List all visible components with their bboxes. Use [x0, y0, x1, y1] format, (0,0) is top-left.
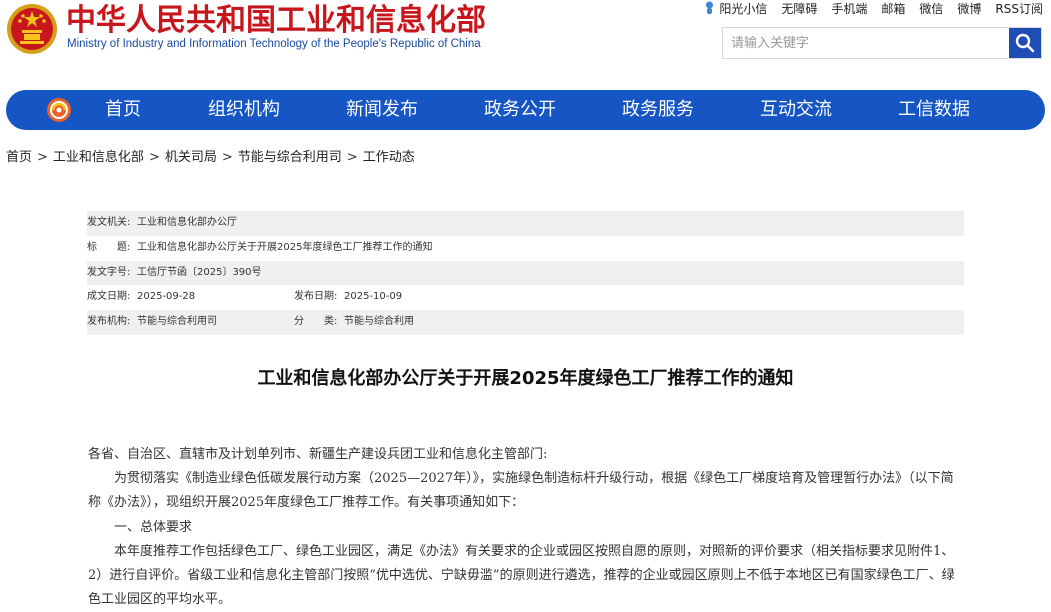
breadcrumb-energy-dept[interactable]: 节能与综合利用司	[238, 150, 342, 165]
meta-category-label: 分 类:	[294, 316, 338, 328]
breadcrumb-ministry[interactable]: 工业和信息化部	[53, 150, 144, 165]
search-icon	[1015, 33, 1035, 53]
top-link-sunshine-label[interactable]: 阳光小信	[719, 0, 767, 17]
nav-item-news[interactable]: 新闻发布	[346, 90, 418, 130]
nav-item-services[interactable]: 政务服务	[622, 90, 694, 130]
breadcrumb-departments[interactable]: 机关司局	[165, 150, 217, 165]
nav-item-organization[interactable]: 组织机构	[208, 90, 280, 130]
meta-created-value: 2025-09-28	[137, 291, 196, 303]
meta-issuer-label: 发文机关:	[87, 217, 131, 228]
nav-item-home[interactable]: 首页	[105, 90, 141, 130]
main-nav: 首页 组织机构 新闻发布 政务公开 政务服务 互动交流 工信数据	[6, 90, 1045, 130]
meta-issuer-value: 工业和信息化部办公厅	[137, 217, 237, 228]
search-input[interactable]	[723, 28, 1009, 58]
meta-row-subject: 标 题: 工业和信息化部办公厅关于开展2025年度绿色工厂推荐工作的通知	[87, 236, 964, 261]
top-link-mail[interactable]: 邮箱	[881, 0, 905, 17]
nav-item-government-affairs[interactable]: 政务公开	[484, 90, 556, 130]
meta-published-label: 发布日期:	[294, 291, 338, 303]
meta-subject-label: 标 题:	[87, 241, 131, 253]
meta-created-label: 成文日期:	[87, 291, 131, 303]
meta-row-dates: 成文日期: 2025-09-28 发布日期: 2025-10-09	[87, 285, 964, 310]
nav-item-interaction[interactable]: 互动交流	[760, 90, 832, 130]
article-body: 各省、自治区、直辖市及计划单列市、新疆生产建设兵团工业和信息化主管部门: 为贯彻…	[88, 443, 964, 612]
site-title-cn[interactable]: 中华人民共和国工业和信息化部	[66, 3, 486, 39]
breadcrumb-work-news[interactable]: 工作动态	[363, 150, 415, 165]
meta-subject-value: 工业和信息化部办公厅关于开展2025年度绿色工厂推荐工作的通知	[137, 241, 433, 253]
national-emblem-icon[interactable]	[6, 3, 58, 55]
breadcrumb: 首页 > 工业和信息化部 > 机关司局 > 节能与综合利用司 > 工作动态	[6, 150, 415, 165]
top-link-accessibility[interactable]: 无障碍	[781, 0, 817, 17]
top-link-mobile[interactable]: 手机端	[831, 0, 867, 17]
search-button[interactable]	[1009, 28, 1041, 58]
mascot-icon	[706, 1, 714, 14]
site-title-en[interactable]: Ministry of Industry and Information Tec…	[67, 38, 481, 50]
article-title: 工业和信息化部办公厅关于开展2025年度绿色工厂推荐工作的通知	[257, 368, 794, 389]
site-header: 中华人民共和国工业和信息化部 Ministry of Industry and …	[0, 0, 1051, 86]
meta-org-label: 发布机构:	[87, 316, 131, 328]
meta-org-value: 节能与综合利用司	[137, 316, 217, 328]
breadcrumb-home[interactable]: 首页	[6, 150, 32, 165]
meta-docno-label: 发文字号:	[87, 266, 131, 278]
search-box	[722, 27, 1042, 59]
article-paragraph: 本年度推荐工作包括绿色工厂、绿色工业园区，满足《办法》有关要求的企业或园区按照自…	[88, 543, 955, 608]
top-link-rss[interactable]: RSS订阅	[995, 0, 1043, 17]
document-meta-table: 发文机关: 工业和信息化部办公厅 标 题: 工业和信息化部办公厅关于开展2025…	[87, 211, 964, 335]
top-links: 阳光小信 无障碍 手机端 邮箱 微信 微博 RSS订阅	[704, 0, 1043, 16]
article-paragraph: 为贯彻落实《制造业绿色低碳发展行动方案（2025—2027年）》，实施绿色制造标…	[88, 471, 954, 511]
top-link-wechat[interactable]: 微信	[919, 0, 943, 17]
meta-row-org: 发布机构: 节能与综合利用司 分 类: 节能与综合利用	[87, 310, 964, 335]
meta-category-value: 节能与综合利用	[344, 316, 414, 328]
meta-row-docno: 发文字号: 工信厅节函〔2025〕390号	[87, 260, 964, 286]
meta-published-value: 2025-10-09	[344, 291, 403, 303]
article-section-heading: 一、总体要求	[114, 519, 193, 535]
top-link-sunshine[interactable]: 阳光小信	[704, 0, 767, 17]
nav-item-data[interactable]: 工信数据	[898, 90, 970, 130]
meta-docno-value: 工信厅节函〔2025〕390号	[137, 266, 262, 278]
meta-row-issuer: 发文机关: 工业和信息化部办公厅	[87, 211, 964, 236]
top-link-weibo[interactable]: 微博	[957, 0, 981, 17]
miit-logo-icon[interactable]	[46, 97, 72, 123]
article-salutation: 各省、自治区、直辖市及计划单列市、新疆生产建设兵团工业和信息化主管部门:	[88, 447, 548, 462]
